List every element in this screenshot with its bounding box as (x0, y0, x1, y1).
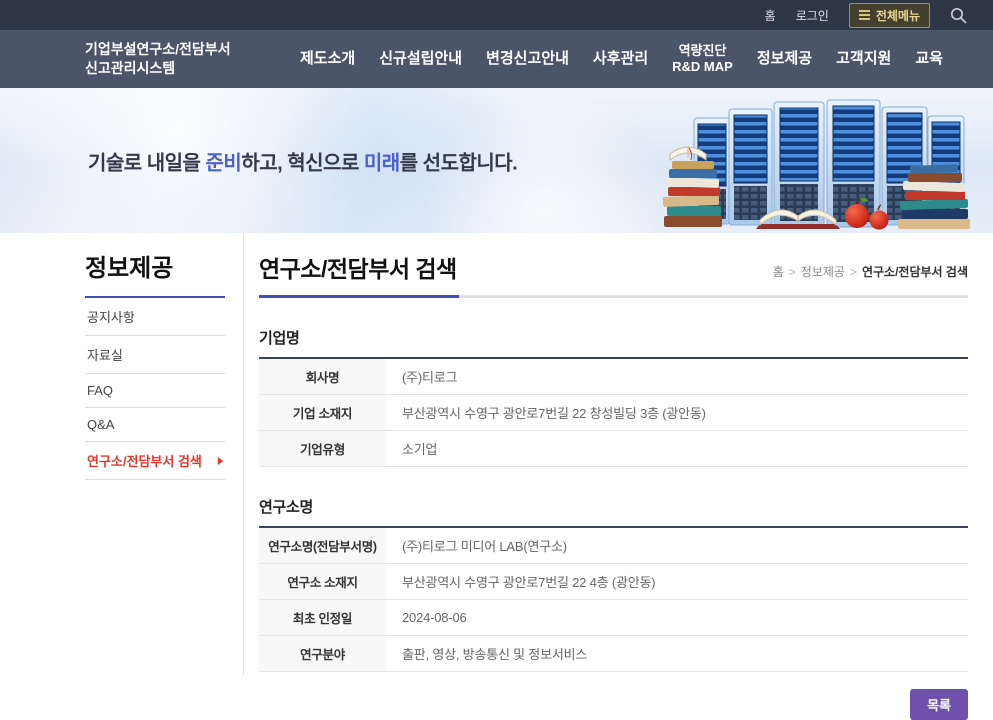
row-label: 연구소명(전담부서명) (259, 527, 386, 564)
table-row: 회사명(주)티로그 (259, 358, 968, 395)
nav-item-label: 변경신고안내 (486, 50, 569, 67)
vertical-divider (243, 233, 244, 675)
nav-item-label: 정보제공 (757, 50, 812, 67)
sidebar-item-label: Q&A (87, 417, 114, 432)
breadcrumb-separator: > (789, 265, 796, 279)
breadcrumb: 홈 > 정보제공 > 연구소/전담부서 검색 (773, 263, 968, 284)
section-heading: 연구소명 (259, 496, 968, 517)
nav-item[interactable]: 제도소개 (300, 50, 355, 69)
row-label: 기업 소재지 (259, 395, 386, 431)
content-area: 정보제공 공지사항자료실 FAQ Q&A 연구소/전담부서 검색 연구소/전담부서 검… (0, 233, 993, 675)
table-row: 기업 소재지부산광역시 수영구 광안로7번길 22 창성빌딩 3층 (광안동) (259, 395, 968, 431)
breadcrumb-item[interactable]: 정보제공 (801, 265, 845, 279)
sidebar-item-label: 자료실 (87, 345, 123, 364)
search-icon[interactable] (950, 7, 967, 24)
table-row: 연구소 소재지부산광역시 수영구 광안로7번길 22 4층 (광안동) (259, 564, 968, 600)
all-menu-label: 전체메뉴 (876, 7, 920, 24)
nav-item-label: 교육 (915, 50, 943, 67)
nav-item[interactable]: 신규설립안내 (379, 50, 462, 69)
breadcrumb-separator: > (850, 265, 857, 279)
slogan-post: 를 선도합니다. (400, 152, 518, 174)
slogan-highlight-1: 준비 (206, 152, 242, 174)
slogan-pre: 기술로 내일을 (88, 152, 206, 174)
info-table: 연구소명(전담부서명)(주)티로그 미디어 LAB(연구소)연구소 소재지부산광… (259, 526, 968, 672)
sidebar-item-label: FAQ (87, 383, 113, 398)
page-title: 연구소/전담부서 검색 (259, 250, 457, 284)
nav-item[interactable]: 고객지원 (836, 50, 891, 69)
detail-sections: 기업명회사명(주)티로그기업 소재지부산광역시 수영구 광안로7번길 22 창성… (259, 327, 968, 672)
row-value: 출판, 영상, 방송통신 및 정보서비스 (386, 636, 968, 672)
sidebar-title: 정보제공 (85, 248, 225, 298)
banner-slogan: 기술로 내일을 준비하고, 혁신으로 미래를 선도합니다. (88, 146, 517, 175)
logo-line2: 신고관리시스템 (85, 59, 260, 78)
top-utility-bar: 홈 로그인 전체메뉴 (0, 0, 993, 30)
sidebar-item-label: 공지사항 (87, 307, 135, 326)
row-value: 부산광역시 수영구 광안로7번길 22 4층 (광안동) (386, 564, 968, 600)
table-row: 기업유형소기업 (259, 431, 968, 467)
nav-item-label-line2: R&D MAP (672, 59, 733, 75)
sidebar-menu: 공지사항자료실 FAQ Q&A 연구소/전담부서 검색 (85, 298, 225, 480)
sidebar-item-label: 연구소/전담부서 검색 (87, 451, 202, 470)
row-value: 소기업 (386, 431, 968, 467)
sidebar-item[interactable]: FAQ (85, 374, 225, 408)
row-label: 연구분야 (259, 636, 386, 672)
breadcrumb-item[interactable]: 홈 (773, 265, 784, 279)
row-value: (주)티로그 미디어 LAB(연구소) (386, 527, 968, 564)
sidebar: 정보제공 공지사항자료실 FAQ Q&A 연구소/전담부서 검색 (85, 248, 225, 480)
hero-banner: 기술로 내일을 준비하고, 혁신으로 미래를 선도합니다. (0, 88, 993, 233)
row-label: 최초 인정일 (259, 600, 386, 636)
hamburger-icon (859, 10, 870, 20)
logo-line1: 기업부설연구소/전담부서 (85, 40, 260, 59)
nav-item-label: 신규설립안내 (379, 50, 462, 67)
table-row: 연구소명(전담부서명)(주)티로그 미디어 LAB(연구소) (259, 527, 968, 564)
sidebar-item[interactable]: 연구소/전담부서 검색 (85, 442, 225, 480)
nav-item[interactable]: 변경신고안내 (486, 50, 569, 69)
slogan-mid: 하고, 혁신으로 (241, 152, 364, 174)
sidebar-item[interactable]: Q&A (85, 408, 225, 442)
nav-item[interactable]: 정보제공 (757, 50, 812, 69)
row-label: 기업유형 (259, 431, 386, 467)
list-button[interactable]: 목록 (910, 689, 968, 720)
nav-item[interactable]: 교육 (915, 50, 943, 69)
nav-item-label: 사후관리 (593, 50, 648, 67)
title-underline (259, 295, 968, 298)
nav-item-label: 역량진단 (672, 43, 733, 59)
table-row: 연구분야출판, 영상, 방송통신 및 정보서비스 (259, 636, 968, 672)
home-link[interactable]: 홈 (765, 7, 776, 24)
nav-item-label: 제도소개 (300, 50, 355, 67)
row-label: 연구소 소재지 (259, 564, 386, 600)
main-header: 기업부설연구소/전담부서 신고관리시스템 제도소개 신규설립안내 변경신고안내 사후관… (0, 30, 993, 88)
slogan-highlight-2: 미래 (364, 152, 400, 174)
breadcrumb-item: 연구소/전담부서 검색 (862, 265, 968, 279)
main-panel: 연구소/전담부서 검색 홈>정보제공>연구소/전담부서 검색 기업명회사명(주)… (259, 250, 968, 720)
row-value: 부산광역시 수영구 광안로7번길 22 창성빌딩 3층 (광안동) (386, 395, 968, 431)
login-link[interactable]: 로그인 (796, 7, 829, 24)
info-table: 회사명(주)티로그기업 소재지부산광역시 수영구 광안로7번길 22 창성빌딩 … (259, 357, 968, 467)
sidebar-item[interactable]: 자료실 (85, 336, 225, 374)
section-heading: 기업명 (259, 327, 968, 348)
site-logo[interactable]: 기업부설연구소/전담부서 신고관리시스템 (85, 40, 260, 78)
nav-item-label: 고객지원 (836, 50, 891, 67)
sidebar-item[interactable]: 공지사항 (85, 298, 225, 336)
row-value: 2024-08-06 (386, 600, 968, 636)
arrow-right-icon (218, 457, 223, 465)
all-menu-button[interactable]: 전체메뉴 (849, 3, 930, 28)
nav-item[interactable]: 역량진단R&D MAP (672, 43, 733, 76)
row-value: (주)티로그 (386, 358, 968, 395)
row-label: 회사명 (259, 358, 386, 395)
main-nav: 제도소개 신규설립안내 변경신고안내 사후관리 역량진단R&D MAP 정보제공 고객지원 교… (260, 43, 953, 76)
banner-illustration-servers-books (660, 88, 993, 233)
nav-item[interactable]: 사후관리 (593, 50, 648, 69)
table-row: 최초 인정일2024-08-06 (259, 600, 968, 636)
